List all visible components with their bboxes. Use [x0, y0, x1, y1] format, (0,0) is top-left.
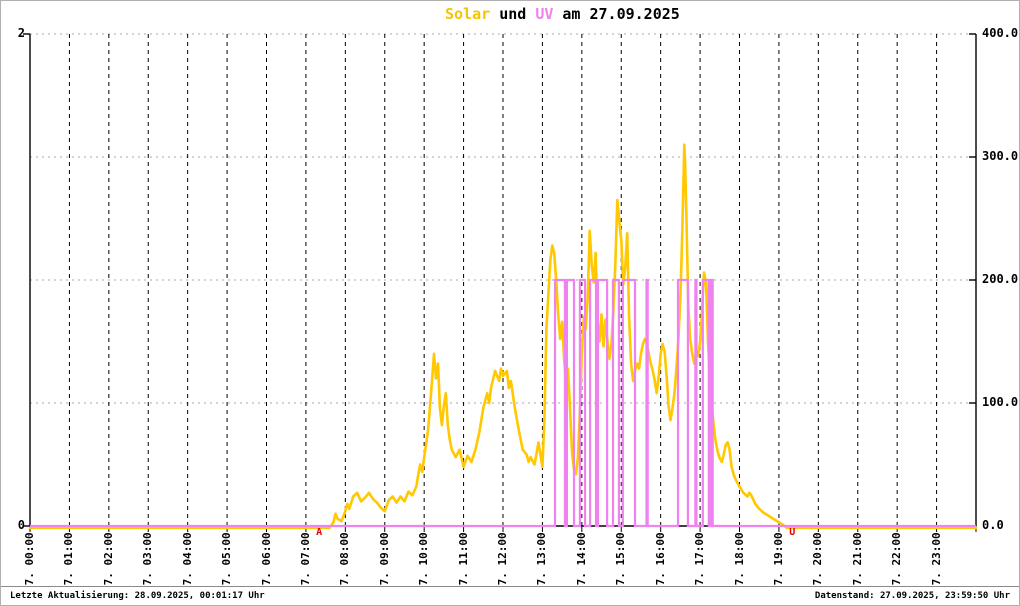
right-axis-label: 0.0 [982, 518, 1004, 532]
x-axis-label: 27. 23:00 [929, 532, 943, 592]
x-axis-label: 27. 22:00 [890, 532, 904, 592]
status-bar: Letzte Aktualisierung: 28.09.2025, 00:01… [1, 586, 1019, 605]
last-update-text: Letzte Aktualisierung: 28.09.2025, 00:01… [10, 591, 265, 601]
x-axis-label: 27. 17:00 [693, 532, 707, 592]
right-axis-label: 300.0 [982, 149, 1019, 163]
x-axis-label: 27. 18:00 [732, 532, 746, 592]
x-axis-label: 27. 19:00 [771, 532, 785, 592]
x-axis-label: 27. 11:00 [456, 532, 470, 592]
x-axis-label: 27. 08:00 [338, 532, 352, 592]
sunset-marker: U [789, 527, 796, 538]
title-und-word: und [499, 5, 527, 23]
chart-area: Solar und UV am 27.09.2025 2 0 400.0 300.0 2… [1, 1, 1019, 592]
x-axis-label: 27. 14:00 [574, 532, 588, 592]
title-date: am 27.09.2025 [562, 5, 680, 23]
x-axis-label: 27. 04:00 [180, 532, 194, 592]
x-axis-label: 27. 10:00 [417, 532, 431, 592]
x-axis-label: 27. 15:00 [614, 532, 628, 592]
chart-title: Solar und UV am 27.09.2025 [445, 5, 680, 23]
x-axis-label: 27. 13:00 [535, 532, 549, 592]
x-axis-label: 27. 06:00 [259, 532, 273, 592]
x-axis-label: 27. 05:00 [220, 532, 234, 592]
right-axis-label: 400.0 [982, 26, 1019, 40]
data-timestamp-text: Datenstand: 27.09.2025, 23:59:50 Uhr [814, 591, 1010, 601]
right-axis-label: 100.0 [982, 395, 1019, 409]
title-uv-word: UV [535, 5, 554, 23]
x-axis-label: 27. 21:00 [850, 532, 864, 592]
x-axis-label: 27. 02:00 [101, 532, 115, 592]
x-axis-label: 27. 12:00 [496, 532, 509, 592]
x-axis-label: 27. 01:00 [62, 532, 76, 592]
left-axis-label: 2 [17, 26, 25, 40]
title-solar-word: Solar [445, 5, 491, 23]
x-axis-label: 27. 16:00 [653, 532, 667, 592]
chart-canvas [23, 33, 978, 532]
weather-chart-window: Solar und UV am 27.09.2025 2 0 400.0 300.0 2… [0, 0, 1020, 606]
sunrise-marker: A [316, 527, 323, 538]
right-axis-label: 200.0 [982, 272, 1019, 286]
x-axis-label: 27. 00:00 [23, 532, 36, 592]
x-axis-label: 27. 03:00 [141, 532, 155, 592]
x-axis-label: 27. 07:00 [298, 532, 312, 592]
x-axis-label: 27. 20:00 [811, 532, 825, 592]
x-axis-label: 27. 09:00 [377, 532, 391, 592]
